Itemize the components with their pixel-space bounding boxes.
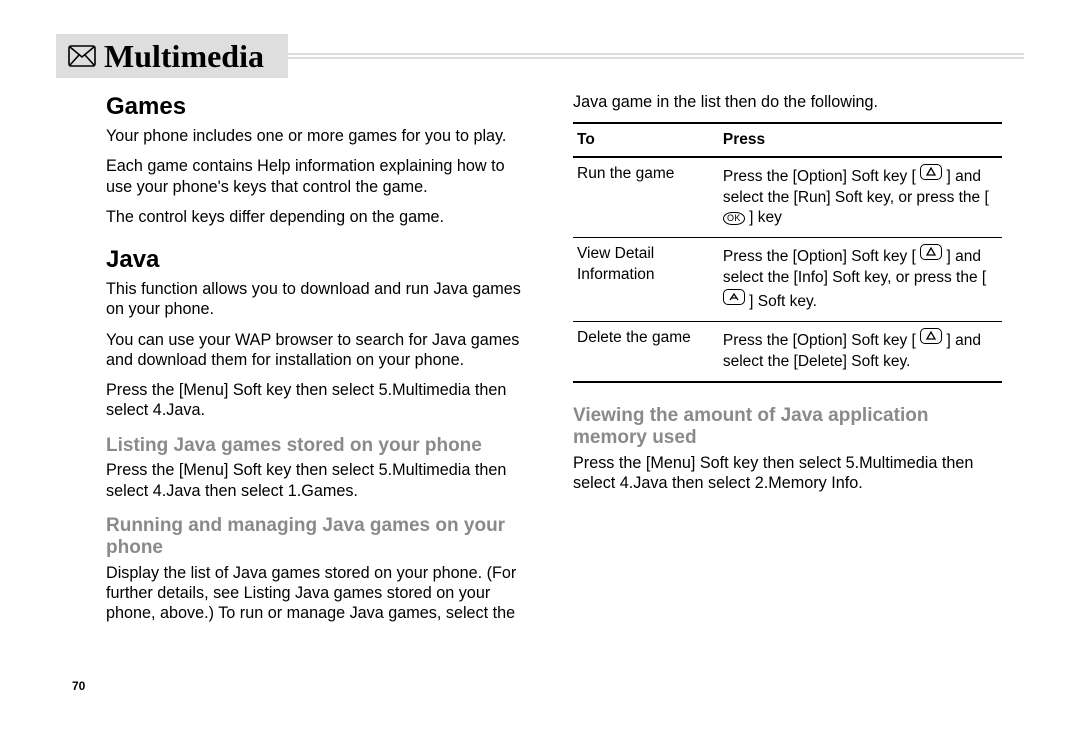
softkey-icon [920,328,942,344]
cell-press: Press the [Option] Soft key [ ] and sele… [719,238,1002,322]
heading-java: Java [106,245,535,275]
cell-press: Press the [Option] Soft key [ ] and sele… [719,322,1002,382]
ok-key-icon: OK [723,212,745,225]
table-row: Run the game Press the [Option] Soft key… [573,157,1002,238]
body-text: The control keys differ depending on the… [106,207,535,227]
softkey-icon [920,164,942,180]
body-text: Your phone includes one or more games fo… [106,126,535,146]
body-text: Press the [Menu] Soft key then select 5.… [106,460,535,501]
cell-to: Run the game [573,157,719,238]
left-column: Games Your phone includes one or more ga… [106,92,535,623]
subheading-running: Running and managing Java games on your … [106,515,535,559]
table-row: Delete the game Press the [Option] Soft … [573,322,1002,382]
cell-to: Delete the game [573,322,719,382]
envelope-icon [64,45,100,67]
subheading-viewing: Viewing the amount of Java application m… [573,405,1002,449]
right-column: Java game in the list then do the follow… [573,92,1002,623]
chapter-tab: Multimedia [56,34,288,78]
page-number: 70 [72,679,85,693]
table-header-to: To [573,123,719,156]
body-text: Press the [Menu] Soft key then select 5.… [106,380,535,421]
softkey-icon [920,244,942,260]
body-text: Java game in the list then do the follow… [573,92,1002,112]
subheading-listing: Listing Java games stored on your phone [106,435,535,457]
body-text: Press the [Menu] Soft key then select 5.… [573,453,1002,494]
chapter-header: Multimedia [56,34,1024,78]
table-header-press: Press [719,123,1002,156]
chapter-title: Multimedia [104,38,264,75]
cell-to: View Detail Information [573,238,719,322]
actions-table: To Press Run the game Press the [Option]… [573,122,1002,383]
body-text: This function allows you to download and… [106,279,535,320]
body-text: You can use your WAP browser to search f… [106,330,535,371]
manual-page: Multimedia Games Your phone includes one… [0,0,1080,752]
table-row: View Detail Information Press the [Optio… [573,238,1002,322]
softkey-alt-icon [723,289,745,305]
body-text: Display the list of Java games stored on… [106,563,535,624]
header-rule [288,34,1024,78]
cell-press: Press the [Option] Soft key [ ] and sele… [719,157,1002,238]
body-text: Each game contains Help information expl… [106,156,535,197]
content-columns: Games Your phone includes one or more ga… [42,92,1038,623]
heading-games: Games [106,92,535,122]
